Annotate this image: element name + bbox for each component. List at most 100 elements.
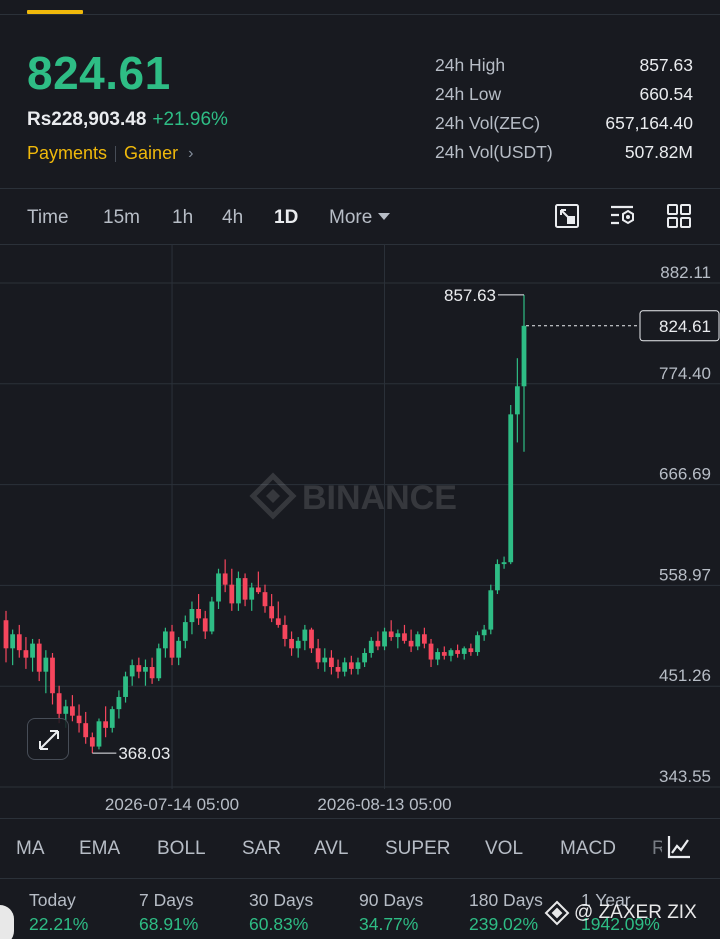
candle	[521, 294, 527, 452]
interval-more[interactable]: More	[329, 207, 391, 229]
candle	[50, 652, 55, 705]
candle	[96, 718, 102, 750]
candle	[468, 643, 474, 656]
last-price-line: 824.61	[526, 310, 720, 342]
candle	[229, 568, 235, 611]
indicator-chart-icon[interactable]	[666, 834, 692, 860]
indicator-macd[interactable]: MACD	[560, 838, 616, 860]
last-price-tag-text: 824.61	[659, 317, 711, 336]
binance-watermark: BINANCE	[249, 472, 457, 520]
candle	[236, 571, 241, 611]
candle	[162, 627, 168, 658]
candle	[189, 601, 195, 635]
indicator-avl[interactable]: AVL	[314, 838, 349, 860]
candle	[455, 644, 460, 658]
perf-90d: 90 Days 34.77%	[359, 890, 424, 934]
candle	[415, 631, 421, 651]
y-axis-label: 882.11	[660, 263, 711, 282]
high-price-marker: 857.63	[444, 286, 524, 305]
candle	[269, 594, 275, 623]
candle	[242, 573, 248, 607]
tag-list[interactable]: Payments Gainer ›	[27, 143, 193, 164]
candle	[501, 556, 507, 569]
candle	[302, 624, 308, 651]
header-divider	[0, 14, 720, 15]
y-axis-label: 558.97	[659, 565, 711, 584]
candle	[495, 559, 500, 595]
candle	[202, 610, 208, 639]
candle	[10, 629, 16, 666]
candle	[43, 650, 49, 694]
tag-gainer[interactable]: Gainer	[124, 143, 178, 164]
candle	[70, 695, 75, 722]
candle	[289, 631, 294, 656]
indicator-vol[interactable]: VOL	[485, 838, 523, 860]
candle	[76, 704, 82, 733]
candle	[196, 594, 201, 625]
candle	[83, 711, 89, 744]
chart-settings-icon[interactable]	[553, 202, 581, 230]
candle	[16, 624, 22, 658]
candle	[282, 615, 288, 647]
candle	[36, 638, 42, 682]
svg-text:857.63: 857.63	[444, 286, 496, 305]
candle	[222, 559, 228, 593]
candle	[428, 638, 434, 668]
fullscreen-button[interactable]	[27, 718, 69, 760]
tag-separator	[115, 145, 117, 162]
perf-today: Today 22.21%	[29, 890, 89, 934]
stat-24h-low: 24h Low 660.54	[435, 84, 693, 104]
price-chart[interactable]: BINANCE 882.11 774.40 666.69 558.97 451.26 34…	[0, 244, 720, 818]
user-watermark: @ ZAXER ZIX	[544, 900, 697, 926]
chevron-right-icon[interactable]: ›	[188, 145, 193, 163]
interval-1h[interactable]: 1h	[172, 207, 193, 229]
candle	[448, 648, 454, 662]
perf-180d: 180 Days 239.02%	[469, 890, 543, 934]
change-percent: +21.96%	[152, 109, 228, 130]
candle	[216, 568, 221, 610]
grid-layout-icon[interactable]	[665, 202, 693, 230]
watermark-text: BINANCE	[302, 479, 457, 517]
candle	[136, 657, 142, 679]
interval-15m[interactable]: 15m	[103, 207, 140, 229]
candle	[249, 582, 255, 611]
candle	[408, 629, 414, 653]
indicator-boll[interactable]: BOLL	[157, 838, 206, 860]
indicator-sar[interactable]: SAR	[242, 838, 281, 860]
indicator-ma[interactable]: MA	[16, 838, 45, 860]
tag-payments[interactable]: Payments	[27, 143, 107, 164]
candle	[382, 627, 387, 651]
candle	[441, 646, 447, 660]
candle	[129, 659, 135, 686]
indicator-ema[interactable]: EMA	[79, 838, 120, 860]
candle	[149, 657, 155, 684]
interval-1d[interactable]: 1D	[274, 207, 298, 229]
interval-time[interactable]: Time	[27, 207, 69, 229]
24h-stats: 24h High 857.63 24h Low 660.54 24h Vol(ZEC…	[435, 54, 693, 170]
candlestick-chart[interactable]: BINANCE 882.11 774.40 666.69 558.97 451.26 34…	[0, 244, 720, 818]
indicator-settings-icon[interactable]	[609, 202, 637, 230]
candle	[123, 671, 128, 703]
indicator-super[interactable]: SUPER	[385, 838, 450, 860]
candle	[176, 637, 182, 666]
candle	[30, 638, 35, 672]
candle	[395, 629, 401, 649]
candle	[255, 571, 261, 595]
svg-text:368.03: 368.03	[118, 744, 170, 763]
candle	[116, 690, 122, 719]
x-axis-label: 2026-07-14 05:00	[105, 795, 239, 814]
candle	[329, 650, 334, 675]
candle	[348, 655, 354, 675]
expand-arrows-icon	[39, 730, 59, 750]
candle	[23, 637, 29, 669]
y-axis-label: 774.40	[659, 364, 711, 383]
candle	[3, 610, 9, 663]
candle	[143, 659, 148, 686]
candle	[362, 648, 368, 668]
candle	[435, 648, 441, 666]
binance-logo-icon	[544, 900, 570, 926]
candle	[342, 657, 348, 677]
interval-4h[interactable]: 4h	[222, 207, 243, 229]
indicator-rsi[interactable]: R	[652, 838, 662, 860]
stat-24h-vol-base: 24h Vol(ZEC) 657,164.40	[435, 113, 693, 133]
